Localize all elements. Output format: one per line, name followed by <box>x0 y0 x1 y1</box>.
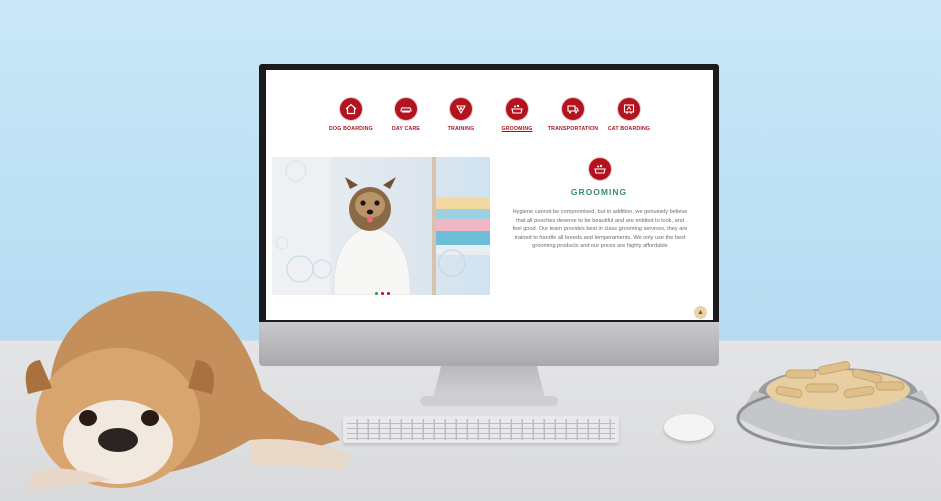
detail-title: GROOMING <box>570 187 628 197</box>
carousel-dots[interactable] <box>375 282 393 300</box>
keyboard <box>343 416 619 443</box>
carousel-dot[interactable] <box>381 292 384 295</box>
detail-text: Hygiene cannot be compromised, but in ad… <box>512 209 688 249</box>
sofa-icon <box>394 97 418 121</box>
house-icon <box>339 97 363 121</box>
cat-house-icon <box>617 97 641 121</box>
bone-icon <box>449 97 473 121</box>
scroll-top-icon[interactable]: ▲ <box>694 306 707 319</box>
truck-icon <box>561 97 585 121</box>
carousel-dot[interactable] <box>387 292 390 295</box>
bathtub-icon <box>505 97 529 121</box>
bulldog <box>25 291 350 490</box>
carousel-dot[interactable] <box>375 292 378 295</box>
computer-mouse <box>664 414 714 441</box>
desk-scene: DOG BOARDING DAY CARE TRAINING GROOMING … <box>0 0 941 501</box>
service-label: CAT BOARDING <box>607 126 651 132</box>
treat-bowl <box>736 361 940 450</box>
service-cat-boarding[interactable]: CAT BOARDING <box>594 97 664 132</box>
bathtub-icon <box>588 157 612 181</box>
monitor-base <box>420 396 558 406</box>
